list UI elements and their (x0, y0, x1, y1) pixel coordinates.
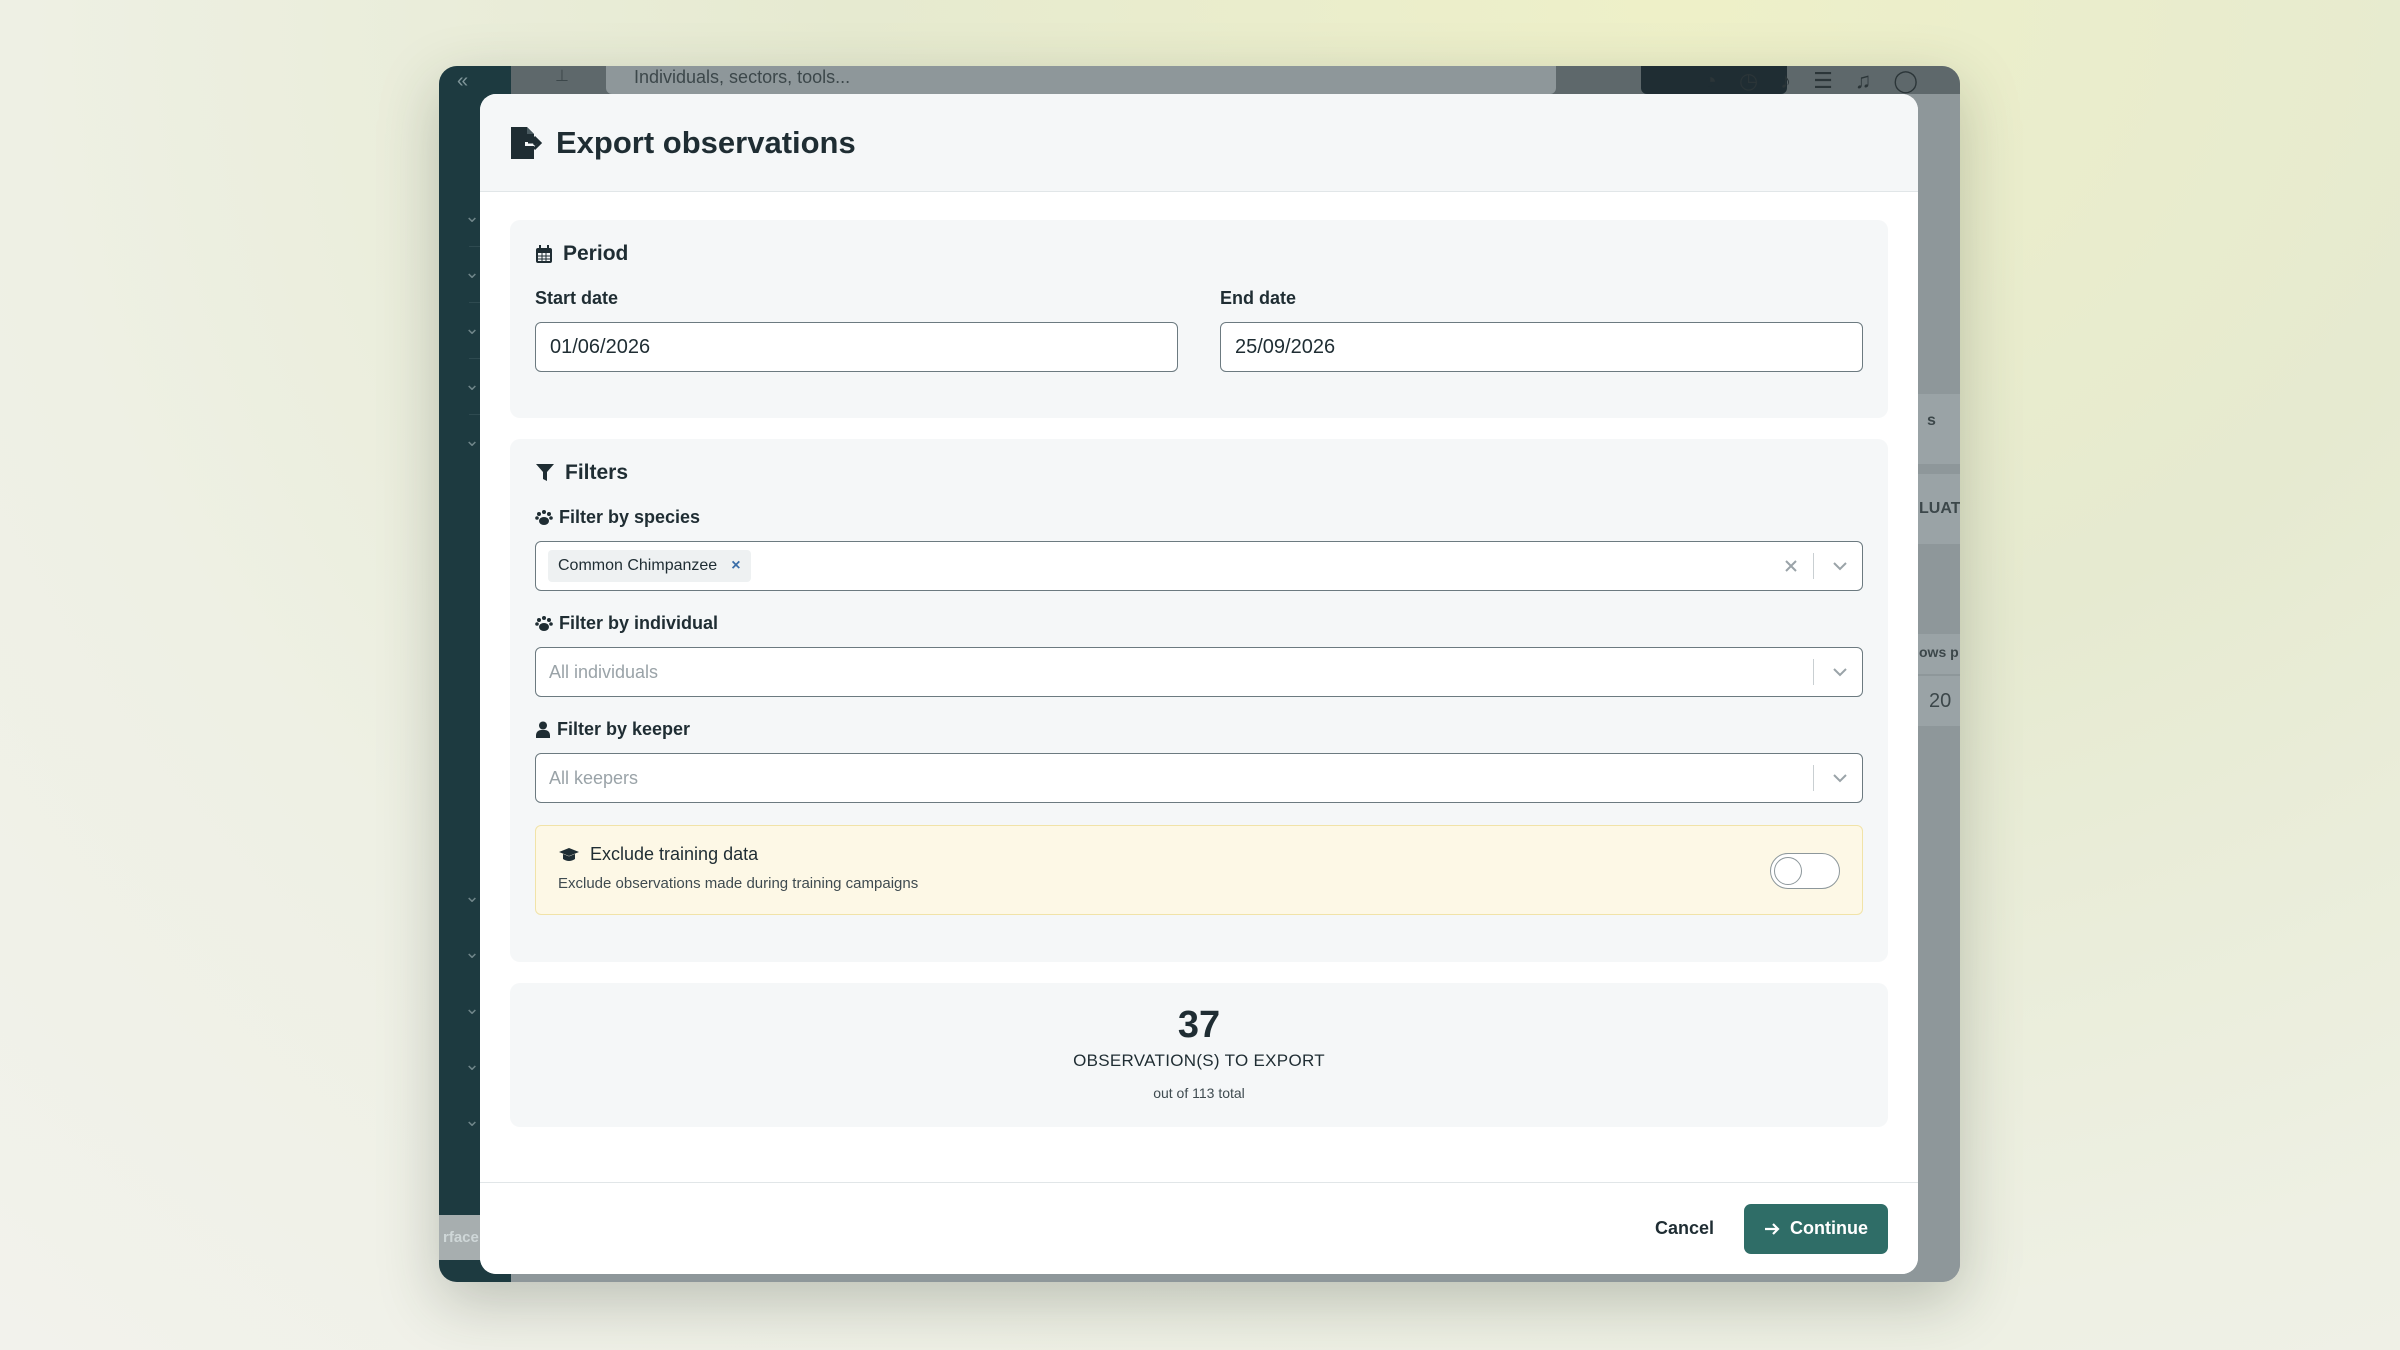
remove-chip-icon[interactable]: × (731, 557, 740, 575)
modal-title: Export observations (556, 124, 856, 160)
export-summary: 37 OBSERVATION(S) TO EXPORT out of 113 t… (510, 983, 1888, 1127)
start-date-input[interactable] (535, 322, 1178, 372)
app-topbar: ⊥ Individuals, sectors, tools... ◔◷♪☰♫◯ (511, 66, 1960, 94)
end-date-input[interactable] (1220, 322, 1863, 372)
search-placeholder: Individuals, sectors, tools... (634, 67, 851, 87)
species-filter-label: Filter by species (535, 507, 1863, 528)
individual-filter-label: Filter by individual (535, 613, 1863, 634)
calendar-icon (536, 244, 552, 263)
individual-filter-label-text: Filter by individual (559, 613, 719, 633)
observation-count-label: OBSERVATION(S) TO EXPORT (1073, 1051, 1325, 1070)
cancel-button[interactable]: Cancel (1655, 1218, 1714, 1239)
right-strip-value: 20 (1915, 676, 1960, 726)
end-date-label: End date (1220, 288, 1297, 308)
select-separator (1813, 659, 1814, 685)
modal-body: Period Start date End date Filters (480, 192, 1918, 1127)
arrow-right-icon (1765, 1222, 1780, 1235)
graduation-cap-icon (559, 847, 579, 861)
filter-icon (536, 464, 554, 481)
observation-count: 37 (1177, 1004, 1221, 1046)
right-strip-label: LUAT (1915, 474, 1960, 544)
select-separator (1813, 553, 1814, 579)
period-title: Period (535, 242, 1863, 266)
exclude-training-title-text: Exclude training data (590, 844, 759, 864)
chevron-down-icon[interactable] (1818, 561, 1862, 571)
species-chip-label: Common Chimpanzee (558, 557, 718, 574)
continue-label: Continue (1790, 1218, 1868, 1238)
pin-icon: ⊥ (555, 68, 569, 85)
filters-title: Filters (535, 461, 1863, 485)
exclude-training-subtitle: Exclude observations made during trainin… (558, 875, 919, 892)
file-export-icon (511, 126, 543, 159)
period-section: Period Start date End date (510, 220, 1888, 418)
user-icon (536, 721, 550, 738)
period-title-text: Period (563, 242, 629, 265)
keeper-select[interactable]: All keepers (535, 753, 1863, 803)
keeper-placeholder: All keepers (549, 767, 639, 788)
topbar-icons: ◔◷♪☰♫◯ (1703, 68, 1940, 93)
start-date-label: Start date (535, 288, 619, 308)
filters-section: Filters Filter by species Common Chimpan… (510, 439, 1888, 962)
individual-placeholder: All individuals (549, 661, 659, 682)
right-strip-label: s (1915, 394, 1960, 464)
chevron-down-icon[interactable] (1818, 773, 1862, 783)
chevron-down-icon[interactable] (1818, 667, 1862, 677)
exclude-training-title: Exclude training data (558, 844, 1840, 865)
continue-button[interactable]: Continue (1744, 1203, 1888, 1254)
individual-select[interactable]: All individuals (535, 647, 1863, 697)
observation-total: out of 113 total (1153, 1085, 1245, 1101)
modal-footer: Cancel Continue (480, 1182, 1918, 1274)
end-date-group: End date (1220, 288, 1863, 372)
collapse-sidebar-icon: « (457, 70, 469, 92)
global-search: Individuals, sectors, tools... (606, 66, 1556, 94)
date-row: Start date End date (535, 288, 1863, 372)
species-chip: Common Chimpanzee × (548, 550, 751, 582)
start-date-group: Start date (535, 288, 1178, 372)
select-separator (1813, 765, 1814, 791)
toggle-knob (1774, 857, 1802, 885)
exclude-training-box: Exclude training data Exclude observatio… (535, 825, 1863, 915)
modal-header: Export observations (480, 94, 1918, 192)
right-strip-label: ows p (1915, 634, 1960, 674)
clear-selection-icon[interactable] (1773, 559, 1809, 573)
export-observations-modal: Export observations Period Start date 01… (480, 94, 1918, 1274)
keeper-filter-label-text: Filter by keeper (557, 719, 691, 739)
exclude-training-toggle[interactable] (1770, 853, 1840, 889)
species-filter-label-text: Filter by species (559, 507, 701, 527)
keeper-filter-label: Filter by keeper (535, 719, 1863, 740)
species-select[interactable]: Common Chimpanzee × (535, 541, 1863, 591)
paw-icon (535, 615, 553, 631)
paw-icon (535, 509, 553, 525)
filters-title-text: Filters (565, 461, 629, 484)
